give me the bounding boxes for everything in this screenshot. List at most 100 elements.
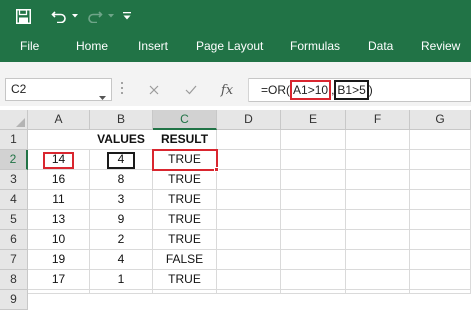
column-header-e[interactable]: E <box>281 110 346 130</box>
cell-b9[interactable] <box>90 290 153 294</box>
row-header-4[interactable]: 4 <box>0 190 28 210</box>
cell-g5[interactable] <box>410 210 471 230</box>
redo-icon[interactable] <box>84 5 106 27</box>
cell-c4[interactable]: TRUE <box>153 190 217 210</box>
tab-review[interactable]: Review <box>421 39 460 53</box>
cell-d2[interactable] <box>217 150 281 170</box>
customize-quick-access-icon[interactable] <box>121 5 133 27</box>
cell-a4[interactable]: 11 <box>28 190 90 210</box>
cell-f9[interactable] <box>346 290 410 294</box>
cell-c7[interactable]: FALSE <box>153 250 217 270</box>
cell-e8[interactable] <box>281 270 346 290</box>
cell-d1[interactable] <box>217 130 281 150</box>
cell-c9[interactable] <box>153 290 217 294</box>
cell-g2[interactable] <box>410 150 471 170</box>
cell-e5[interactable] <box>281 210 346 230</box>
cell-c5[interactable]: TRUE <box>153 210 217 230</box>
column-header-a[interactable]: A <box>28 110 90 130</box>
cell-f2[interactable] <box>346 150 410 170</box>
cell-a3[interactable]: 16 <box>28 170 90 190</box>
formula-input[interactable]: =OR(A1>10, B1>5) <box>249 78 471 102</box>
cell-b5[interactable]: 9 <box>90 210 153 230</box>
formula-suffix: ) <box>368 83 373 97</box>
column-header-f[interactable]: F <box>346 110 410 130</box>
row-header-3[interactable]: 3 <box>0 170 28 190</box>
tab-formulas[interactable]: Formulas <box>290 39 340 53</box>
cell-b8[interactable]: 1 <box>90 270 153 290</box>
cell-b3[interactable]: 8 <box>90 170 153 190</box>
cell-e4[interactable] <box>281 190 346 210</box>
cell-g8[interactable] <box>410 270 471 290</box>
cell-d4[interactable] <box>217 190 281 210</box>
tab-page-layout[interactable]: Page Layout <box>196 39 263 53</box>
row-header-7[interactable]: 7 <box>0 250 28 270</box>
row-header-8[interactable]: 8 <box>0 270 28 290</box>
row-header-5[interactable]: 5 <box>0 210 28 230</box>
name-box-dropdown-icon[interactable] <box>99 86 106 107</box>
cell-f3[interactable] <box>346 170 410 190</box>
cell-d6[interactable] <box>217 230 281 250</box>
cell-b1[interactable]: VALUES <box>90 130 153 150</box>
cell-d5[interactable] <box>217 210 281 230</box>
cell-b6[interactable]: 2 <box>90 230 153 250</box>
cell-e3[interactable] <box>281 170 346 190</box>
column-header-b[interactable]: B <box>90 110 153 130</box>
cell-c1[interactable]: RESULT <box>153 130 217 150</box>
tab-data[interactable]: Data <box>368 39 393 53</box>
cell-g3[interactable] <box>410 170 471 190</box>
cell-a6[interactable]: 10 <box>28 230 90 250</box>
row-header-9[interactable]: 9 <box>0 290 28 310</box>
cell-b7[interactable]: 4 <box>90 250 153 270</box>
cell-e9[interactable] <box>281 290 346 294</box>
cell-f7[interactable] <box>346 250 410 270</box>
cell-g4[interactable] <box>410 190 471 210</box>
cell-f4[interactable] <box>346 190 410 210</box>
tab-home[interactable]: Home <box>76 39 108 53</box>
cell-d9[interactable] <box>217 290 281 294</box>
formula-bar-grip-icon[interactable] <box>121 82 124 98</box>
ribbon-collapsed-area <box>0 62 471 74</box>
cell-e7[interactable] <box>281 250 346 270</box>
fill-handle[interactable] <box>214 167 219 172</box>
tab-file[interactable]: File <box>20 39 39 53</box>
cell-a5[interactable]: 13 <box>28 210 90 230</box>
cell-f1[interactable] <box>346 130 410 150</box>
cancel-icon[interactable] <box>143 79 165 101</box>
undo-dropdown-icon[interactable] <box>71 5 79 27</box>
cell-d7[interactable] <box>217 250 281 270</box>
name-box[interactable]: C2 <box>5 78 112 101</box>
cell-g6[interactable] <box>410 230 471 250</box>
cell-f8[interactable] <box>346 270 410 290</box>
cell-c6[interactable]: TRUE <box>153 230 217 250</box>
cell-a8[interactable]: 17 <box>28 270 90 290</box>
cell-c8[interactable]: TRUE <box>153 270 217 290</box>
select-all-corner[interactable] <box>0 110 28 130</box>
row-header-2[interactable]: 2 <box>0 150 28 170</box>
active-cell-selection[interactable] <box>152 149 218 171</box>
undo-icon[interactable] <box>48 5 70 27</box>
column-header-c[interactable]: C <box>153 110 217 130</box>
enter-check-icon[interactable] <box>180 79 202 101</box>
tab-insert[interactable]: Insert <box>138 39 168 53</box>
cell-f5[interactable] <box>346 210 410 230</box>
cell-e6[interactable] <box>281 230 346 250</box>
redo-dropdown-icon[interactable] <box>107 5 115 27</box>
save-icon[interactable] <box>12 5 34 27</box>
cell-a9[interactable] <box>28 290 90 294</box>
cell-f6[interactable] <box>346 230 410 250</box>
cell-b4[interactable]: 3 <box>90 190 153 210</box>
cell-g7[interactable] <box>410 250 471 270</box>
cell-d8[interactable] <box>217 270 281 290</box>
column-header-g[interactable]: G <box>410 110 471 130</box>
cell-e2[interactable] <box>281 150 346 170</box>
cell-c3[interactable]: TRUE <box>153 170 217 190</box>
cell-a7[interactable]: 19 <box>28 250 90 270</box>
cell-g9[interactable] <box>410 290 471 294</box>
row-header-6[interactable]: 6 <box>0 230 28 250</box>
cell-e1[interactable] <box>281 130 346 150</box>
insert-function-icon[interactable]: fx <box>216 79 238 101</box>
cell-g1[interactable] <box>410 130 471 150</box>
column-header-d[interactable]: D <box>217 110 281 130</box>
cell-d3[interactable] <box>217 170 281 190</box>
row-header-1[interactable]: 1 <box>0 130 28 150</box>
